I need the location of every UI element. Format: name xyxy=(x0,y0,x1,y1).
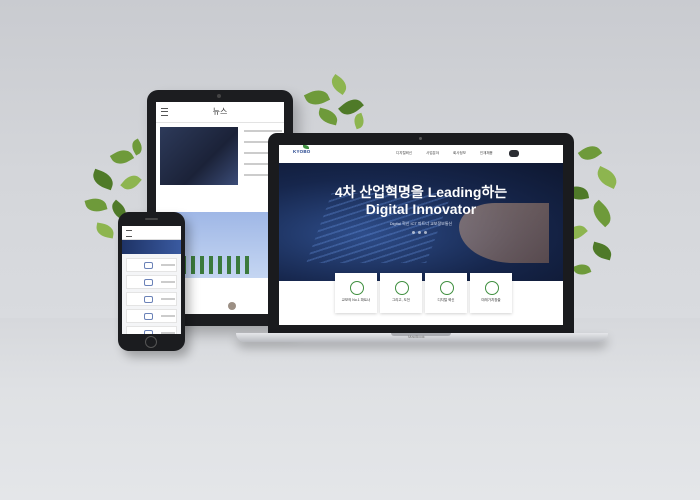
hero-title: 4차 산업혁명을 Leading하는 Digital Innovator xyxy=(279,184,563,218)
hero-banner: 4차 산업혁명을 Leading하는 Digital Innovator Dig… xyxy=(279,163,563,281)
menu-item-icon xyxy=(144,296,153,303)
phone-screen xyxy=(122,226,181,334)
menu-item-icon xyxy=(144,262,153,269)
tablet-camera xyxy=(217,94,221,98)
bulb-icon xyxy=(485,281,499,295)
menu-item-icon xyxy=(144,330,153,334)
carousel-dots[interactable] xyxy=(412,231,427,234)
home-button[interactable] xyxy=(145,336,157,348)
menu-item-icon xyxy=(144,313,153,320)
list-item[interactable] xyxy=(126,326,177,334)
list-item[interactable] xyxy=(126,275,177,289)
list-item[interactable] xyxy=(126,292,177,306)
feature-card-label: 그리고, 도전 xyxy=(391,298,411,302)
hero-title-line1: 4차 산업혁명을 Leading하는 xyxy=(334,184,508,200)
feature-card-challenge[interactable]: 그리고, 도전 xyxy=(380,273,422,313)
nav-menu: 디지털혁신 사업분야 회사정보 인재채용 xyxy=(396,151,493,156)
feature-cards: 교보의 No.1 파트너 그리고, 도전 디지털 혁신 미래가치창출 xyxy=(279,273,563,325)
hero-subtitle: Digital 혁신 ICT 파트너 교보정보통신 xyxy=(389,221,453,226)
news-thumbnail[interactable] xyxy=(160,127,238,185)
nav-item-company[interactable]: 회사정보 xyxy=(453,151,466,156)
hero-title-line2: Digital Innovator xyxy=(365,201,477,217)
laptop-screen: KYOBO 디지털혁신 사업분야 회사정보 인재채용 4차 산업혁명을 Lead… xyxy=(279,145,563,325)
phone-speaker xyxy=(145,218,158,220)
feature-card-partner[interactable]: 교보의 No.1 파트너 xyxy=(335,273,377,313)
feature-card-label: 교보의 No.1 파트너 xyxy=(341,298,371,302)
feature-card-future[interactable]: 미래가치창출 xyxy=(470,273,512,313)
nav-item-careers[interactable]: 인재채용 xyxy=(480,151,493,156)
phone-device xyxy=(118,212,185,351)
tree-icon xyxy=(395,281,409,295)
tablet-page-title: 뉴스 xyxy=(212,107,228,116)
tablet-header: 뉴스 xyxy=(156,102,284,123)
feature-card-label: 미래가치창출 xyxy=(481,298,501,302)
phone-menu-list xyxy=(122,254,181,334)
menu-item-icon xyxy=(144,279,153,286)
site-logo[interactable]: KYOBO xyxy=(293,149,311,154)
laptop-brand-label: MacBook xyxy=(408,334,425,339)
site-navbar: KYOBO 디지털혁신 사업분야 회사정보 인재채용 xyxy=(279,145,563,164)
feature-card-label: 디지털 혁신 xyxy=(437,298,455,302)
head-icon xyxy=(440,281,454,295)
feature-card-digital[interactable]: 디지털 혁신 xyxy=(425,273,467,313)
phone-hero xyxy=(122,240,181,254)
phone-header xyxy=(122,226,181,240)
people-figures xyxy=(182,256,252,274)
list-item[interactable] xyxy=(126,309,177,323)
nav-item-business[interactable]: 사업분야 xyxy=(426,151,439,156)
nav-item-digital[interactable]: 디지털혁신 xyxy=(396,151,412,156)
list-item[interactable] xyxy=(126,258,177,272)
people-icon xyxy=(350,281,364,295)
background-floor xyxy=(0,318,700,500)
language-toggle[interactable] xyxy=(509,150,519,157)
hamburger-menu-icon[interactable] xyxy=(126,230,132,237)
laptop-camera xyxy=(419,137,422,140)
laptop-device: KYOBO 디지털혁신 사업분야 회사정보 인재채용 4차 산업혁명을 Lead… xyxy=(268,133,574,333)
avatar xyxy=(228,302,236,310)
